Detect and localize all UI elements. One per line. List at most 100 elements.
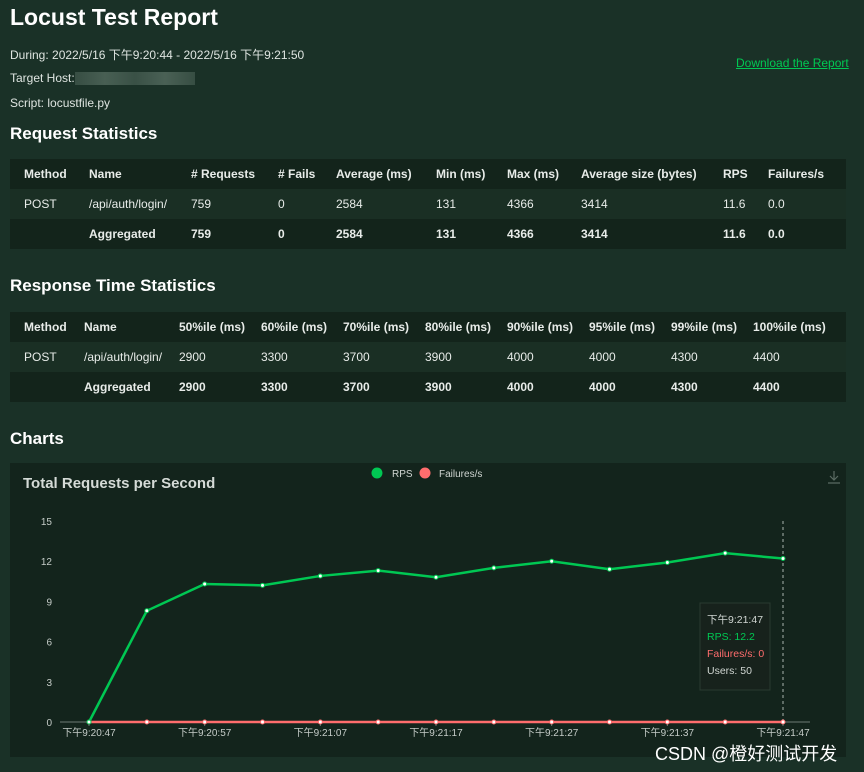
legend-rps-label: RPS [392,469,413,480]
table-cell: 2900 [165,342,247,372]
column-header: Failures/s [768,167,825,181]
legend-failures-label: Failures/s [439,469,482,480]
table-cell: Aggregated [75,219,177,249]
response-time-table: Method Name 50%ile (ms) 60%ile (ms) 70%ile (… [10,312,846,402]
column-header: Method [24,320,67,334]
column-header: # Fails [278,167,316,181]
table-cell [10,372,70,402]
during-label: During: [10,48,49,62]
y-tick-label: 12 [41,557,53,568]
table-cell: 3300 [247,372,329,402]
table-cell: 3900 [411,372,493,402]
data-point [317,719,323,725]
data-point [607,566,612,572]
table-cell: 3414 [567,219,709,249]
table-cell: 2584 [322,219,422,249]
column-header: RPS [723,167,748,181]
tooltip-users: Users: 50 [707,665,752,677]
data-point [549,719,555,725]
x-tick-label: 下午9:21:27 [525,726,579,739]
table-cell: 0 [264,189,322,219]
x-tick-label: 下午9:20:47 [62,726,116,739]
legend-failures-marker [419,467,431,479]
data-point [664,560,670,566]
table-cell: 4400 [739,372,846,402]
table-cell: 4400 [739,342,846,372]
y-tick-label: 6 [46,638,52,649]
table-header: Method Name # Requests # Fails Average (ms) M… [10,159,846,189]
column-header: Average (ms) [336,167,412,181]
x-tick-label: 下午9:20:57 [178,726,232,739]
data-point [433,574,439,580]
page-title: Locust Test Report [10,4,218,30]
data-point [433,719,439,725]
column-header: 60%ile (ms) [261,320,328,334]
table-cell: 4300 [657,372,739,402]
download-report-link[interactable]: Download the Report [736,56,849,70]
data-point [260,719,265,725]
x-tick-label: 下午9:21:47 [756,726,810,739]
column-header: 80%ile (ms) [425,320,492,334]
data-point [86,719,92,725]
script-info: Script: locustfile.py [10,96,110,110]
legend-rps-marker [371,467,383,479]
data-point [607,719,612,725]
table-cell: 3300 [247,342,329,372]
column-header: 99%ile (ms) [671,320,738,334]
column-header: 70%ile (ms) [343,320,410,334]
host-redacted [74,72,195,86]
script-label: Script: [10,96,45,110]
table-header: Method Name 50%ile (ms) 60%ile (ms) 70%ile (… [10,312,846,342]
table-cell: /api/auth/login/ [70,342,165,372]
table-cell: 11.6 [709,219,754,249]
table-cell: POST [10,342,70,372]
table-cell: 4366 [493,189,567,219]
y-tick-label: 0 [46,718,52,729]
table-cell: 0.0 [754,189,846,219]
table-cell: 3700 [329,372,411,402]
data-point [260,582,265,588]
data-point [375,568,381,574]
x-tick-label: 下午9:21:37 [641,726,695,739]
chart-svg: Total Requests per Second RPS Failures/s 0 3… [23,467,840,739]
data-point [202,581,208,587]
download-icon[interactable] [828,471,840,484]
table-cell: 4300 [657,342,739,372]
column-header: Average size (bytes) [581,167,697,181]
response-time-title: Response Time Statistics [10,276,216,295]
table-row: POST/api/auth/login/2900 3300 3700 3900 4000… [10,342,846,372]
table-cell: 0.0 [754,219,846,249]
data-point [549,558,555,564]
table-cell: 3700 [329,342,411,372]
table-cell: Aggregated [70,372,165,402]
tooltip-fails: Failures/s: 0 [707,648,764,660]
table-cell: 759 [177,219,264,249]
table-cell: 4000 [575,342,657,372]
column-header: Max (ms) [507,167,560,181]
column-header: Name [89,167,122,181]
charts-title: Charts [10,429,64,448]
data-point [780,719,786,725]
rps-chart: Total Requests per Second RPS Failures/s 0 3… [10,463,846,757]
tooltip-rps: RPS: 12.2 [707,631,755,643]
data-point [722,719,728,725]
column-header: 90%ile (ms) [507,320,574,334]
x-tick-label: 下午9:21:17 [409,726,463,739]
data-point [144,719,150,725]
data-point [780,556,786,562]
script-value: locustfile.py [47,96,111,110]
table-cell: 2900 [165,372,247,402]
column-header: # Requests [191,167,256,181]
request-statistics-title: Request Statistics [10,124,158,143]
column-header: 100%ile (ms) [753,320,826,334]
table-row: Aggregated 2900 3300 3700 3900 4000 4000 4300 44… [10,372,846,402]
table-cell: 2584 [322,189,422,219]
tooltip-time: 下午9:21:47 [707,613,763,626]
table-cell: 4000 [575,372,657,402]
y-tick-label: 9 [46,597,52,608]
column-header: Method [24,167,67,181]
table-cell: 4000 [493,372,575,402]
watermark: CSDN @橙好测试开发 [655,744,838,764]
y-tick-label: 15 [41,517,53,528]
table-cell: POST [10,189,75,219]
